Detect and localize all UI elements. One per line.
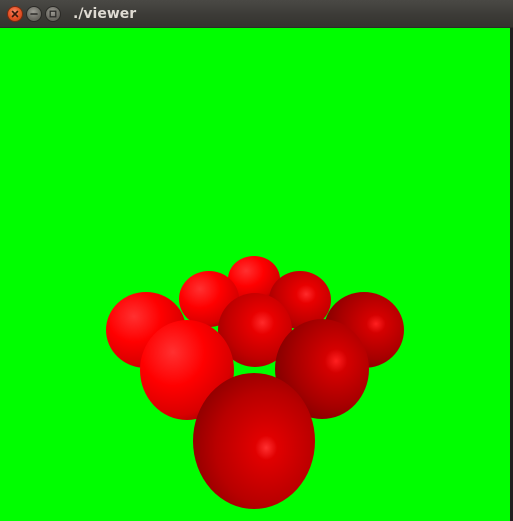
window-title: ./viewer <box>73 6 137 22</box>
close-icon <box>11 10 19 18</box>
sphere <box>193 373 315 509</box>
render-viewport[interactable] <box>0 28 510 521</box>
close-button[interactable] <box>7 6 23 22</box>
maximize-button[interactable] <box>45 6 61 22</box>
minimize-button[interactable] <box>26 6 42 22</box>
viewer-window: ./viewer <box>0 0 513 521</box>
title-bar[interactable]: ./viewer <box>0 0 513 28</box>
scene-canvas <box>106 256 404 509</box>
maximize-icon <box>49 10 57 18</box>
minimize-icon <box>30 13 38 15</box>
